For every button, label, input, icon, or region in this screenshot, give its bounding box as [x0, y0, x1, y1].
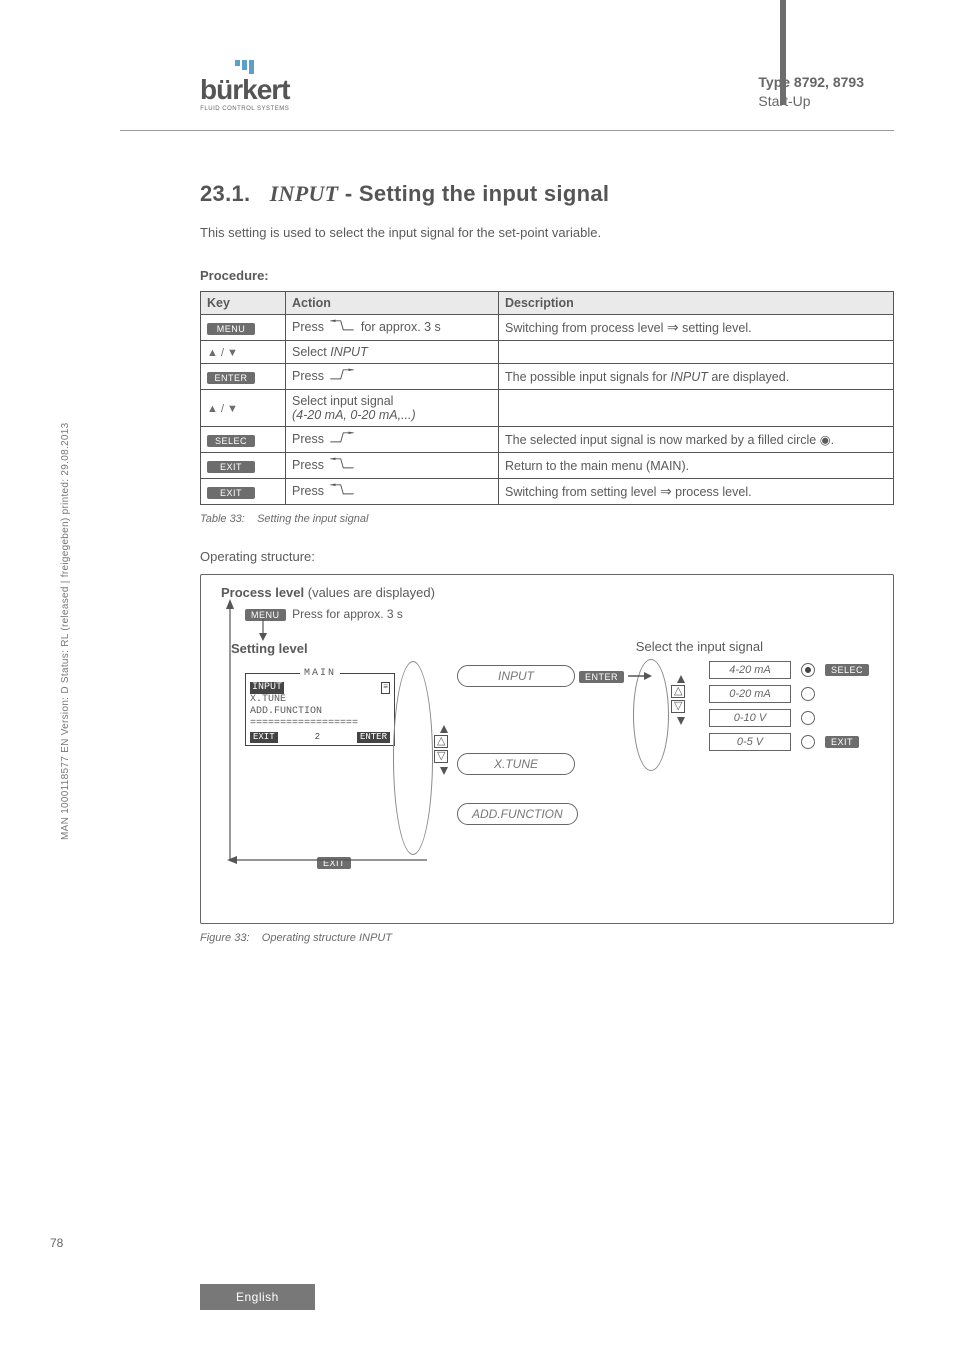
lcd-screen: MAIN INPUT≡ X.TUNE ADD.FUNCTION ========…	[245, 673, 395, 746]
table-row: MENU Press for approx. 3 s Switching fro…	[201, 315, 894, 341]
enter-key-icon: ENTER	[207, 372, 255, 384]
table-row: SELEC Press The selected input signal is…	[201, 427, 894, 453]
table-caption: Table 33: Setting the input signal	[200, 513, 894, 525]
section-intro: This setting is used to select the input…	[200, 225, 894, 240]
selec-tag: SELEC	[825, 664, 869, 676]
press-left-icon	[329, 483, 355, 500]
press-left-icon	[329, 319, 355, 336]
th-action: Action	[286, 292, 499, 315]
list-icon: ≡	[381, 682, 390, 694]
press-right-icon	[329, 431, 355, 448]
header-meta: Type 8792, 8793 Start-Up	[758, 73, 894, 112]
table-row: ENTER Press The possible input signals f…	[201, 364, 894, 390]
return-arrow-icon	[223, 599, 237, 861]
process-level-label: Process level	[221, 585, 304, 600]
input-node: INPUT	[457, 665, 575, 687]
procedure-table: Key Action Description MENU Press for ap…	[200, 291, 894, 505]
option-0-10v: 0-10 V	[709, 709, 791, 727]
return-connector-icon	[371, 763, 441, 861]
option-0-20ma: 0-20 mA	[709, 685, 791, 703]
up-down-key-icon: ▲ / ▼	[207, 403, 238, 415]
xtune-node: X.TUNE	[457, 753, 575, 775]
procedure-label: Procedure:	[200, 268, 894, 283]
table-row: ▲ / ▼ Select input signal(4-20 mA, 0-20 …	[201, 390, 894, 427]
exit-key-icon: EXIT	[207, 487, 255, 499]
down-arrow-icon	[257, 619, 269, 641]
up-down-key-icon: ▲ / ▼	[207, 347, 238, 359]
th-key: Key	[201, 292, 286, 315]
radio-empty-icon	[801, 735, 815, 749]
exit-tag: EXIT	[825, 736, 859, 748]
updown-arrow-icon	[677, 675, 685, 725]
select-signal-label: Select the input signal	[636, 639, 763, 654]
filled-circle-icon: ◉	[820, 433, 831, 447]
option-0-5v: 0-5 V	[709, 733, 791, 751]
radio-selected-icon	[801, 663, 815, 677]
logo: bürkert FLUID CONTROL SYSTEMS	[200, 60, 289, 112]
operating-structure-label: Operating structure:	[200, 549, 894, 564]
metadata-sidebar: MAN 1000118577 EN Version: D Status: RL …	[60, 423, 71, 840]
radio-empty-icon	[801, 687, 815, 701]
enter-tag: ENTER	[579, 671, 624, 683]
press-right-icon	[329, 368, 355, 385]
language-tab: English	[200, 1284, 315, 1310]
table-row: EXIT Press Switching from setting level …	[201, 479, 894, 505]
option-4-20ma: 4-20 mA	[709, 661, 791, 679]
section-heading: 23.1. INPUT - Setting the input signal	[200, 181, 894, 207]
implies-arrow-icon: ⇒	[660, 483, 672, 499]
addfunction-node: ADD.FUNCTION	[457, 803, 578, 825]
radio-empty-icon	[801, 711, 815, 725]
header-accent-bar	[780, 0, 786, 105]
selec-key-icon: SELEC	[207, 435, 255, 447]
updown-arrow-icon	[440, 725, 448, 775]
operating-diagram: Process level (values are displayed) MEN…	[200, 574, 894, 924]
table-row: ▲ / ▼ Select INPUT	[201, 341, 894, 364]
menu-key-icon: MENU	[207, 323, 255, 335]
press-left-icon	[329, 457, 355, 474]
implies-arrow-icon: ⇒	[667, 319, 679, 335]
page-number: 78	[50, 1236, 63, 1250]
figure-caption: Figure 33: Operating structure INPUT	[200, 932, 894, 944]
exit-key-icon: EXIT	[207, 461, 255, 473]
table-row: EXIT Press Return to the main menu (MAIN…	[201, 453, 894, 479]
th-description: Description	[499, 292, 894, 315]
right-arrow-icon	[628, 671, 652, 681]
setting-level-label: Setting level	[231, 641, 308, 656]
